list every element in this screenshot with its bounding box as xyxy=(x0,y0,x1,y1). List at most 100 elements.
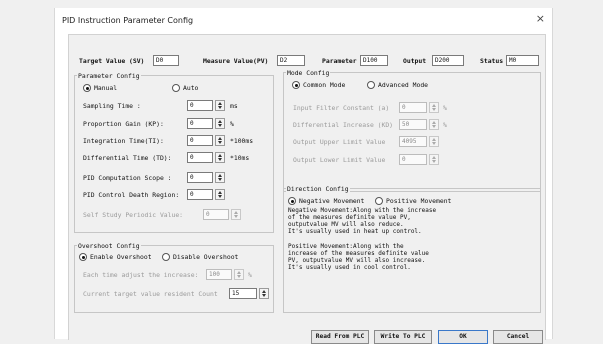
differential-increase-spinner[interactable] xyxy=(429,119,439,130)
differential-time-label: Differential Time (TD): xyxy=(83,154,172,162)
measure-value-field[interactable]: D2 xyxy=(277,55,305,66)
negative-movement-label: Negative Movement xyxy=(299,197,365,205)
differential-time-unit: *10ms xyxy=(230,154,250,162)
negative-desc-line: Negative Movement:Along with the increas… xyxy=(288,207,437,214)
spin-down-icon[interactable] xyxy=(218,178,222,181)
computation-scope-field[interactable]: 0 xyxy=(187,172,213,183)
disable-overshoot-radio[interactable] xyxy=(162,253,170,261)
spin-down-icon[interactable] xyxy=(218,195,222,198)
manual-radio[interactable] xyxy=(83,84,91,92)
enable-overshoot-label: Enable Overshoot xyxy=(90,253,152,261)
integration-time-spinner[interactable] xyxy=(215,135,225,146)
write-to-plc-button[interactable]: Write To PLC xyxy=(374,330,432,344)
window-title: PID Instruction Parameter Config xyxy=(62,16,194,25)
cancel-button[interactable]: Cancel xyxy=(493,330,543,344)
read-from-plc-button[interactable]: Read From PLC xyxy=(311,330,369,344)
spin-up-icon[interactable] xyxy=(218,191,222,194)
spin-up-icon[interactable] xyxy=(432,121,436,124)
positive-desc-line: It's usually used in cool control. xyxy=(288,264,411,271)
computation-scope-spinner[interactable] xyxy=(215,172,225,183)
output-field[interactable]: D200 xyxy=(432,55,464,66)
spin-down-icon[interactable] xyxy=(432,160,436,163)
advanced-mode-label: Advanced Mode xyxy=(378,81,429,89)
negative-movement-description: Negative Movement:Along with the increas… xyxy=(288,207,436,235)
input-filter-label: Input Filter Constant (a) xyxy=(293,104,390,112)
spin-down-icon[interactable] xyxy=(218,141,222,144)
measure-value-label: Measure Value(PV) xyxy=(203,57,269,65)
lower-limit-field[interactable]: 0 xyxy=(399,154,427,165)
lower-limit-spinner[interactable] xyxy=(429,154,439,165)
death-region-field[interactable]: 0 xyxy=(187,189,213,200)
integration-time-unit: *100ms xyxy=(230,137,254,145)
differential-increase-field[interactable]: 50 xyxy=(399,119,427,130)
manual-label: Manual xyxy=(94,84,118,92)
spin-up-icon[interactable] xyxy=(218,120,222,123)
resident-count-field[interactable]: 15 xyxy=(229,288,257,299)
spin-up-icon[interactable] xyxy=(234,211,238,214)
positive-desc-line: increase of the measures definite value xyxy=(288,250,429,257)
sampling-time-spinner[interactable] xyxy=(215,100,225,111)
proportion-gain-label: Proportion Gain (KP): xyxy=(83,120,164,128)
negative-movement-radio[interactable] xyxy=(288,197,296,205)
spin-down-icon[interactable] xyxy=(218,124,222,127)
status-label: Status xyxy=(480,57,504,65)
integration-time-field[interactable]: 0 xyxy=(187,135,213,146)
adjust-increase-spinner[interactable] xyxy=(234,269,244,280)
adjust-increase-label: Each time adjust the increase: xyxy=(83,271,199,279)
input-filter-spinner[interactable] xyxy=(429,102,439,113)
proportion-gain-unit: % xyxy=(230,120,234,128)
death-region-label: PID Control Death Region: xyxy=(83,191,180,199)
computation-scope-label: PID Computation Scope : xyxy=(83,174,172,182)
positive-movement-label: Positive Movement xyxy=(386,197,452,205)
common-mode-radio[interactable] xyxy=(292,81,300,89)
spin-down-icon[interactable] xyxy=(218,106,222,109)
advanced-mode-radio[interactable] xyxy=(367,81,375,89)
spin-down-icon[interactable] xyxy=(432,125,436,128)
spin-down-icon[interactable] xyxy=(432,108,436,111)
self-study-spinner[interactable] xyxy=(231,209,241,220)
auto-radio[interactable] xyxy=(172,84,180,92)
spin-up-icon[interactable] xyxy=(237,271,241,274)
differential-time-field[interactable]: 0 xyxy=(187,152,213,163)
positive-movement-radio[interactable] xyxy=(375,197,383,205)
upper-limit-label: Output Upper Limit Value xyxy=(293,138,386,146)
enable-overshoot-radio[interactable] xyxy=(79,253,87,261)
output-label: Output xyxy=(403,57,427,65)
proportion-gain-spinner[interactable] xyxy=(215,118,225,129)
input-filter-unit: % xyxy=(443,104,447,112)
spin-up-icon[interactable] xyxy=(432,156,436,159)
spin-up-icon[interactable] xyxy=(218,174,222,177)
self-study-label: Self Study Periodic Value: xyxy=(83,211,184,219)
self-study-field[interactable]: 0 xyxy=(203,209,229,220)
close-icon[interactable]: × xyxy=(536,13,545,25)
proportion-gain-field[interactable]: 0 xyxy=(187,118,213,129)
spin-down-icon[interactable] xyxy=(218,158,222,161)
status-field[interactable]: M0 xyxy=(506,55,539,66)
spin-down-icon[interactable] xyxy=(262,294,266,297)
sampling-time-label: Sampling Time : xyxy=(83,102,141,110)
disable-overshoot-label: Disable Overshoot xyxy=(173,253,239,261)
differential-increase-unit: % xyxy=(443,121,447,129)
resident-count-spinner[interactable] xyxy=(259,288,269,299)
parameter-label: Parameter xyxy=(322,57,357,65)
spin-down-icon[interactable] xyxy=(237,275,241,278)
upper-limit-field[interactable]: 4095 xyxy=(399,136,427,147)
death-region-spinner[interactable] xyxy=(215,189,225,200)
upper-limit-spinner[interactable] xyxy=(429,136,439,147)
spin-up-icon[interactable] xyxy=(432,138,436,141)
spin-up-icon[interactable] xyxy=(432,104,436,107)
ok-button[interactable]: OK xyxy=(438,330,488,344)
spin-down-icon[interactable] xyxy=(432,142,436,145)
resident-count-label: Current target value resident Count xyxy=(83,290,218,298)
adjust-increase-field[interactable]: 100 xyxy=(206,269,232,280)
target-value-field[interactable]: D0 xyxy=(153,55,179,66)
sampling-time-field[interactable]: 0 xyxy=(187,100,213,111)
spin-up-icon[interactable] xyxy=(262,290,266,293)
spin-up-icon[interactable] xyxy=(218,154,222,157)
input-filter-field[interactable]: 0 xyxy=(399,102,427,113)
spin-up-icon[interactable] xyxy=(218,137,222,140)
differential-time-spinner[interactable] xyxy=(215,152,225,163)
spin-down-icon[interactable] xyxy=(234,215,238,218)
parameter-field[interactable]: D100 xyxy=(360,55,388,66)
spin-up-icon[interactable] xyxy=(218,102,222,105)
